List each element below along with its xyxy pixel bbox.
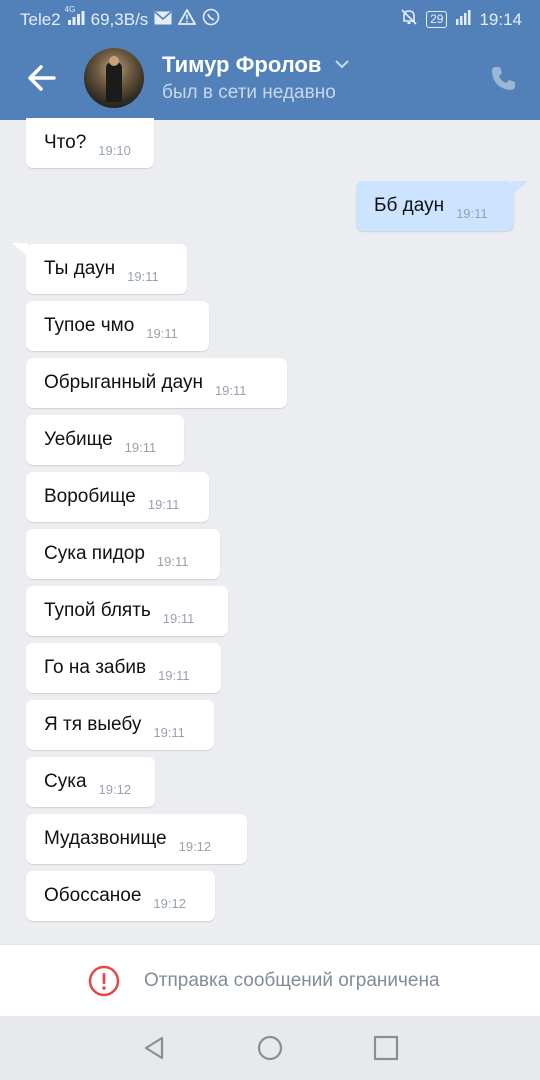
message-text: Уебище: [44, 429, 113, 450]
message-time: 19:11: [127, 268, 159, 284]
message-time: 19:12: [178, 838, 212, 854]
message-bubble[interactable]: Го на забив 19:11: [26, 643, 221, 693]
message-bubble[interactable]: Тупой блять 19:11: [26, 586, 228, 636]
message-bubble[interactable]: Мудазвонище 19:12: [26, 814, 247, 864]
mute-bell-icon: [400, 8, 418, 31]
clock: 19:14: [479, 9, 522, 29]
message-bubble[interactable]: Сука пидор 19:11: [26, 529, 220, 579]
mail-icon: [154, 10, 172, 30]
battery-icon: 29: [426, 11, 448, 28]
arrow-left-icon: [28, 65, 56, 91]
message-time: 19:11: [147, 496, 180, 512]
message-time: 19:12: [153, 895, 186, 911]
message-bubble[interactable]: Ты даун 19:11: [26, 244, 187, 294]
message-text: Мудазвонище: [44, 828, 167, 849]
message-bubble[interactable]: Тупое чмо 19:11: [26, 301, 209, 351]
phone-icon: [492, 67, 515, 90]
message-time: 19:12: [98, 781, 132, 797]
avatar[interactable]: [84, 48, 144, 108]
message-text: Обрыганный даун: [44, 372, 203, 393]
message-time: 19:11: [153, 724, 185, 740]
avatar-figure: [106, 62, 122, 102]
bubble-tail: [512, 181, 528, 195]
warning-circle-icon: [88, 965, 120, 997]
battery-level: 29: [430, 12, 444, 26]
avatar-head: [109, 56, 119, 66]
message-text: Что?: [44, 132, 87, 153]
message-time: 19:10: [98, 142, 131, 158]
message-text: Го на забив: [44, 657, 147, 678]
message-text: Бб даун: [374, 195, 445, 216]
contact-name[interactable]: Тимур Фролов: [162, 52, 321, 78]
network-type: 4G: [64, 5, 76, 14]
message-bubble[interactable]: Что? 19:10: [26, 118, 154, 168]
message-bubble[interactable]: Бб даун 19:11: [356, 181, 514, 231]
message-text: Тупой блять: [44, 600, 151, 621]
restricted-text: Отправка сообщений ограничена: [144, 970, 440, 991]
nav-recents-icon[interactable]: [372, 1034, 400, 1062]
system-nav-bar: [0, 1016, 540, 1080]
message-bubble[interactable]: Уебище 19:11: [26, 415, 184, 465]
message-text: Ты даун: [44, 258, 116, 279]
carrier-label: Tele2: [20, 9, 61, 29]
chevron-down-icon[interactable]: [334, 58, 350, 70]
nav-home-icon[interactable]: [256, 1034, 284, 1062]
message-text: Тупое чмо: [44, 315, 135, 336]
signal-icon: 4G: [65, 5, 85, 30]
message-bubble[interactable]: Обоссаное 19:12: [26, 871, 215, 921]
message-time: 19:11: [146, 325, 178, 341]
contact-status: был в сети недавно: [162, 82, 336, 103]
message-time: 19:11: [156, 553, 189, 569]
message-text: Сука пидор: [44, 543, 145, 564]
back-button[interactable]: [22, 58, 62, 98]
chat-header: Тимур Фролов был в сети недавно: [0, 36, 540, 120]
message-time: 19:11: [214, 382, 247, 398]
message-text: Сука: [44, 771, 87, 792]
network-speed: 69,3B/s: [90, 9, 149, 29]
message-bubble[interactable]: Обрыганный даун 19:11: [26, 358, 287, 408]
viber-icon: [202, 8, 220, 31]
message-text: Я тя выебу: [44, 714, 142, 735]
message-bubble[interactable]: Я тя выебу 19:11: [26, 700, 214, 750]
message-text: Воробище: [44, 486, 136, 507]
nav-back-icon[interactable]: [140, 1034, 168, 1062]
message-bubble[interactable]: Воробище 19:11: [26, 472, 209, 522]
status-bar: Tele2 4G 69,3B/s 29 19:14: [0, 0, 540, 36]
wifi-signal-icon: [455, 9, 471, 30]
message-time: 19:11: [456, 205, 488, 221]
alert-triangle-icon: [177, 8, 197, 30]
message-bubble[interactable]: Сука 19:12: [26, 757, 155, 807]
call-button[interactable]: [488, 64, 518, 94]
message-time: 19:11: [162, 610, 195, 626]
message-time: 19:11: [158, 667, 190, 683]
messaging-restricted-bar: Отправка сообщений ограничена: [0, 944, 540, 1017]
message-text: Обоссаное: [44, 885, 142, 906]
message-time: 19:11: [124, 439, 157, 455]
